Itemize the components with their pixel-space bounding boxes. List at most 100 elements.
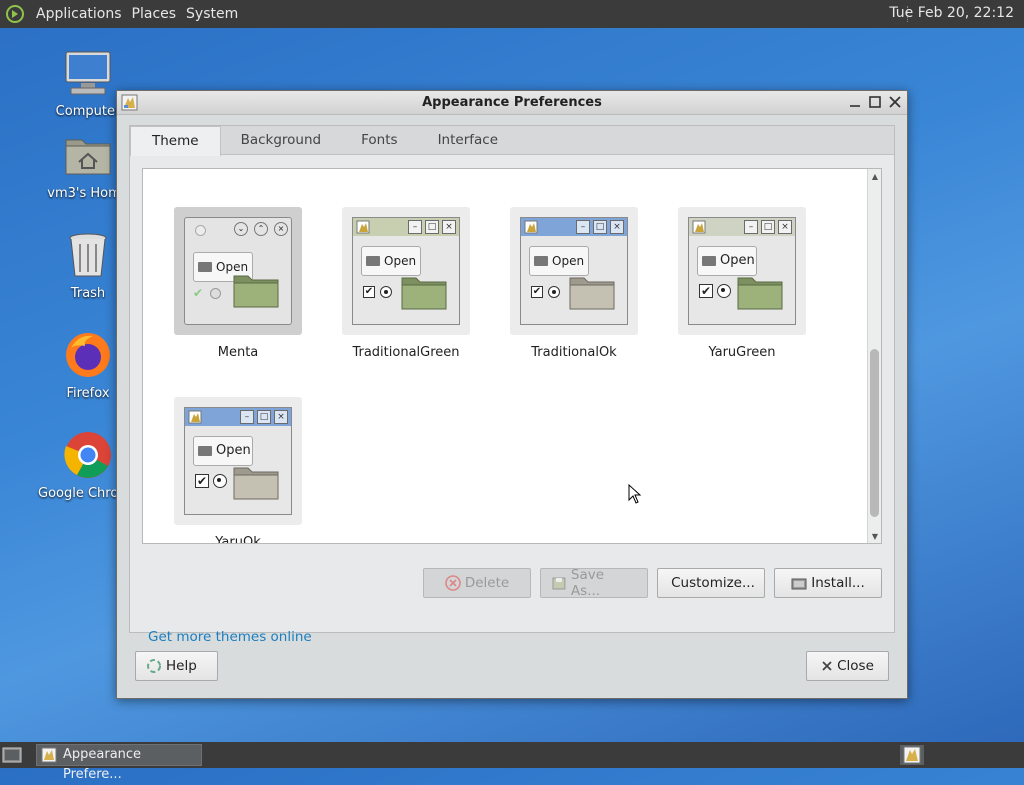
home-folder-icon xyxy=(65,139,111,175)
preview-close-icon: × xyxy=(274,222,288,236)
appearance-preferences-window: Appearance Preferences Theme Background … xyxy=(116,90,908,699)
preview-titlebar: – □ × xyxy=(353,218,459,236)
delete-icon xyxy=(445,575,461,591)
minimize-button[interactable] xyxy=(847,93,863,111)
close-window-button[interactable] xyxy=(887,93,903,111)
system-tray[interactable] xyxy=(900,745,924,765)
close-button[interactable]: Close xyxy=(806,651,889,681)
preview-open-button: Open xyxy=(193,436,253,466)
preview-app-icon xyxy=(188,410,202,424)
appearance-tray-icon[interactable] xyxy=(902,746,922,764)
preview-minimize-icon: – xyxy=(744,220,758,234)
help-button[interactable]: Help xyxy=(135,651,218,681)
top-panel: Applications Places System Tue Feb 20, 2… xyxy=(0,0,1024,28)
preview-minimize-icon: – xyxy=(240,410,254,424)
scrollbar-thumb[interactable] xyxy=(870,349,879,517)
preview-radio-icon xyxy=(380,286,392,298)
theme-list-scrollbar[interactable]: ▲ ▼ xyxy=(867,169,881,543)
preview-maximize-icon: □ xyxy=(593,220,607,234)
window-titlebar[interactable]: Appearance Preferences xyxy=(117,91,907,115)
close-icon xyxy=(822,661,832,671)
maximize-icon xyxy=(869,96,881,108)
preview-folder-icon xyxy=(569,277,615,310)
preview-checkbox-icon: ✔ xyxy=(699,284,713,298)
preview-open-label: Open xyxy=(720,253,755,268)
preview-maximize-icon: □ xyxy=(761,220,775,234)
applications-menu[interactable]: Applications xyxy=(31,6,127,22)
theme-item-yaruok[interactable]: – □ × Open ✔ YaruOk xyxy=(174,397,302,544)
tab-background[interactable]: Background xyxy=(221,126,342,154)
preview-open-button: Open xyxy=(361,246,421,276)
theme-item-traditionalok[interactable]: – □ × Open ✔ TraditionalOk xyxy=(510,207,638,360)
get-more-themes-link[interactable]: Get more themes online xyxy=(148,629,312,645)
theme-thumbnail-frame: – □ × Open ✔ xyxy=(174,397,302,525)
clock[interactable]: Tue Feb 20, 22:12 xyxy=(889,5,1014,21)
preview-radio-icon xyxy=(717,284,731,298)
preview-open-button: Open xyxy=(529,246,589,276)
customize-button[interactable]: Customize... xyxy=(657,568,765,598)
appearance-app-icon[interactable] xyxy=(121,94,138,111)
firefox-icon xyxy=(66,333,110,377)
theme-item-menta[interactable]: ⌄ ⌃ × Open ✔ Menta xyxy=(174,207,302,360)
install-button[interactable]: Install... xyxy=(774,568,882,598)
preview-chevron-up-icon: ⌃ xyxy=(254,222,268,236)
package-icon xyxy=(791,578,807,590)
save-as-label: Save As... xyxy=(570,567,605,599)
preview-folder-icon xyxy=(233,467,279,500)
preview-radio-icon xyxy=(213,474,227,488)
window-title: Appearance Preferences xyxy=(422,95,602,110)
preview-folder-icon xyxy=(737,277,783,310)
tab-theme[interactable]: Theme xyxy=(130,126,221,156)
preview-open-button: Open xyxy=(697,246,757,276)
mate-logo-icon[interactable] xyxy=(5,4,25,24)
save-icon xyxy=(552,577,566,590)
system-menu[interactable]: System xyxy=(181,6,243,22)
theme-list[interactable]: ⌄ ⌃ × Open ✔ Menta – □ × Open ✔ Traditio… xyxy=(142,168,882,544)
preview-close-icon: × xyxy=(274,410,288,424)
help-icon xyxy=(147,659,161,673)
preview-folder-icon xyxy=(233,275,279,308)
customize-label: Customize... xyxy=(671,575,755,591)
preview-open-label: Open xyxy=(384,254,417,268)
preview-titlebar: – □ × xyxy=(185,408,291,426)
places-menu[interactable]: Places xyxy=(127,6,182,22)
preview-titlebar: ⌄ ⌃ × xyxy=(185,218,291,236)
maximize-button[interactable] xyxy=(867,93,883,111)
tab-fonts[interactable]: Fonts xyxy=(341,126,417,154)
tab-interface[interactable]: Interface xyxy=(418,126,518,154)
preview-open-label: Open xyxy=(216,443,251,458)
theme-name: YaruGreen xyxy=(708,345,776,360)
trash-icon xyxy=(69,233,107,277)
preview-chevron-down-icon: ⌄ xyxy=(234,222,248,236)
scroll-down-icon[interactable]: ▼ xyxy=(868,529,881,543)
show-desktop-icon[interactable] xyxy=(2,746,22,764)
preview-folder-small-icon xyxy=(366,256,380,266)
preview-dot-icon xyxy=(195,225,206,236)
theme-thumbnail-frame: – □ × Open ✔ xyxy=(342,207,470,335)
minimize-icon xyxy=(850,105,860,107)
close-icon xyxy=(889,96,901,108)
save-as-button[interactable]: Save As... xyxy=(540,567,648,599)
preview-minimize-icon: – xyxy=(408,220,422,234)
preview-close-icon: × xyxy=(778,220,792,234)
preview-maximize-icon: □ xyxy=(257,410,271,424)
scroll-up-icon[interactable]: ▲ xyxy=(868,169,881,183)
preview-minimize-icon: – xyxy=(576,220,590,234)
delete-button[interactable]: Delete xyxy=(423,568,531,598)
computer-icon xyxy=(65,51,111,95)
help-label: Help xyxy=(166,658,197,674)
appearance-app-icon xyxy=(41,747,57,763)
taskbar-item-appearance[interactable]: Appearance Prefere... xyxy=(36,744,202,782)
preview-checkbox-icon: ✔ xyxy=(195,474,209,488)
theme-actions: Delete Save As... Customize... Install..… xyxy=(423,567,882,599)
preview-app-icon xyxy=(356,220,370,234)
theme-thumbnail-frame: – □ × Open ✔ xyxy=(678,207,806,335)
theme-item-yarugreen[interactable]: – □ × Open ✔ YaruGreen xyxy=(678,207,806,360)
theme-name: YaruOk xyxy=(215,535,261,544)
install-label: Install... xyxy=(811,575,865,591)
preview-radio-icon xyxy=(548,286,560,298)
theme-item-traditionalgreen[interactable]: – □ × Open ✔ TraditionalGreen xyxy=(342,207,470,360)
preview-app-icon xyxy=(524,220,538,234)
preview-close-icon: × xyxy=(610,220,624,234)
delete-label: Delete xyxy=(464,575,510,591)
